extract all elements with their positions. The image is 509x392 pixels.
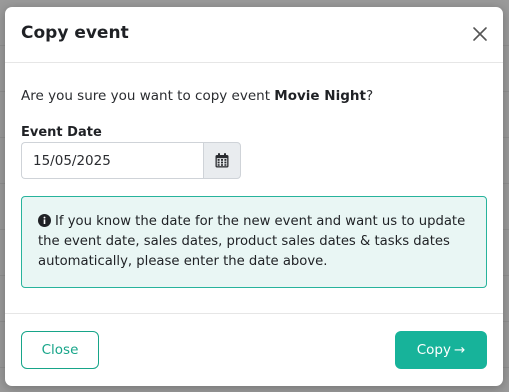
event-date-input[interactable] [21, 142, 203, 179]
info-text: If you know the date for the new event a… [38, 214, 466, 269]
close-icon[interactable] [471, 25, 489, 43]
calendar-button[interactable] [203, 142, 241, 179]
event-name: Movie Night [274, 88, 366, 104]
confirm-prefix: Are you sure you want to copy event [21, 88, 275, 104]
info-alert: If you know the date for the new event a… [21, 196, 487, 288]
modal-header: Copy event [5, 7, 503, 63]
copy-event-modal: Copy event Are you sure you want to copy… [5, 7, 503, 386]
copy-button[interactable]: Copy → [395, 331, 487, 369]
calendar-icon [215, 153, 229, 168]
confirm-suffix: ? [365, 88, 374, 104]
close-button[interactable]: Close [21, 331, 99, 369]
modal-title: Copy event [21, 23, 129, 43]
modal-footer: Close Copy → [5, 313, 503, 386]
info-circle-icon [38, 214, 51, 227]
modal-body: Are you sure you want to copy event Movi… [5, 64, 503, 313]
copy-button-label: Copy [416, 342, 451, 358]
event-date-label: Event Date [21, 125, 102, 140]
confirm-message: Are you sure you want to copy event Movi… [21, 88, 373, 104]
event-date-group [21, 142, 241, 179]
arrow-right-icon: → [453, 342, 466, 358]
